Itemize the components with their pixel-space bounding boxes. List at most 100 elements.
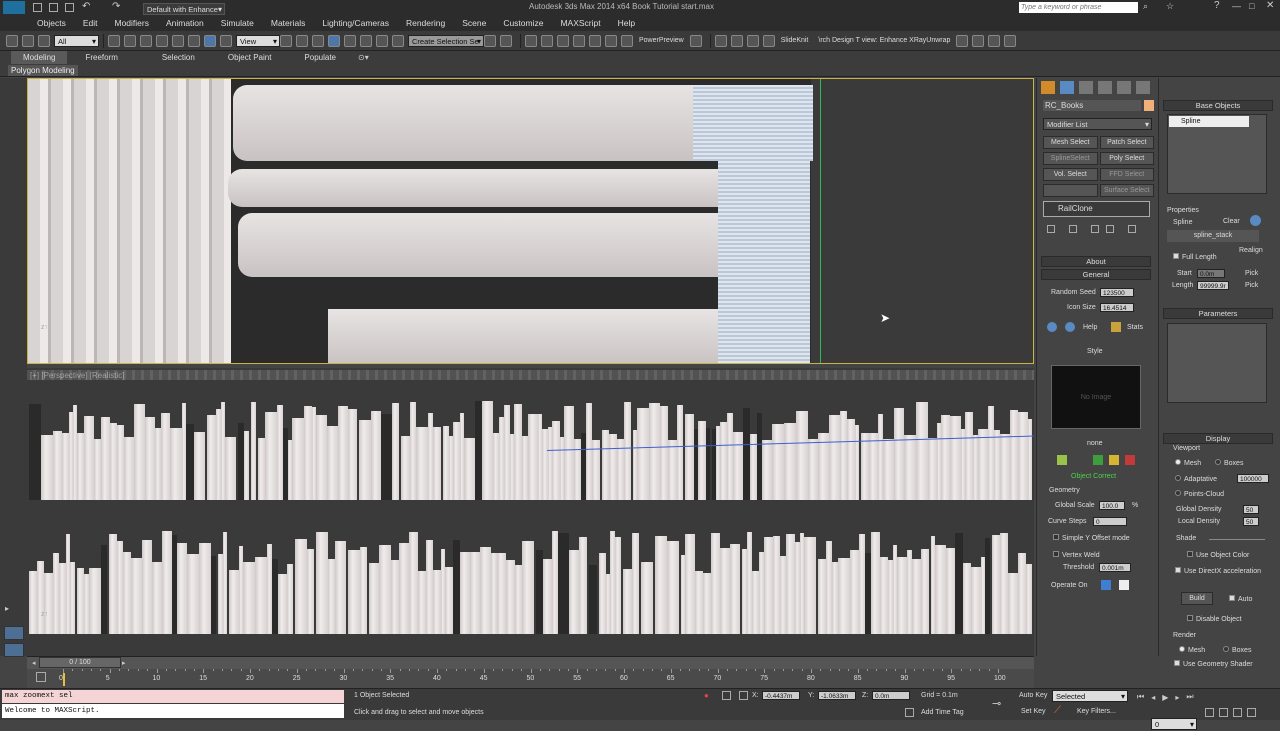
- tab-object-paint[interactable]: Object Paint: [228, 53, 272, 62]
- isolate-icon[interactable]: [722, 691, 731, 700]
- pick-start-button[interactable]: Pick: [1245, 270, 1258, 277]
- key-set-dropdown[interactable]: Selected: [1052, 690, 1128, 703]
- window-crossing-icon[interactable]: [156, 34, 168, 47]
- help-icon[interactable]: ?: [1214, 0, 1220, 11]
- rectangle-selection-icon[interactable]: [140, 34, 152, 47]
- key-mode-icon[interactable]: ⊸: [992, 697, 1001, 710]
- time-slider[interactable]: ◂ 0 / 100 ▸: [27, 656, 1034, 669]
- global-density-spinner[interactable]: 50: [1243, 505, 1259, 514]
- curve-steps-spinner[interactable]: 0: [1093, 517, 1127, 526]
- select-rotate-icon[interactable]: [188, 34, 200, 47]
- redo-icon[interactable]: ↷: [112, 1, 120, 12]
- tab-populate[interactable]: Populate: [304, 53, 336, 62]
- poly-select-button[interactable]: Poly Select: [1099, 152, 1154, 165]
- render-icon[interactable]: [689, 34, 702, 47]
- script-tool-3-icon[interactable]: [746, 34, 759, 47]
- create-tab-icon[interactable]: [1041, 81, 1055, 94]
- tab-freeform[interactable]: Freeform: [85, 53, 117, 62]
- display-tab-icon[interactable]: [1117, 81, 1131, 94]
- next-frame-icon[interactable]: ▸: [1175, 693, 1179, 702]
- binoculars-icon[interactable]: ⌕: [1143, 1, 1148, 12]
- tab-modeling[interactable]: Modeling: [11, 51, 68, 64]
- modifier-list-dropdown[interactable]: Modifier List: [1043, 118, 1152, 131]
- object-name-field[interactable]: RC_Books: [1043, 100, 1141, 111]
- spline-stack-field[interactable]: spline_stack: [1167, 230, 1259, 242]
- menu-rendering[interactable]: Rendering: [406, 18, 445, 28]
- select-scale-icon[interactable]: [204, 34, 216, 47]
- points-cloud-radio[interactable]: Points-Cloud: [1175, 490, 1224, 498]
- menu-lighting-cameras[interactable]: Lighting/Cameras: [322, 18, 389, 28]
- z-coord-field[interactable]: 0.0m: [872, 691, 910, 700]
- build-button[interactable]: Build: [1181, 592, 1213, 605]
- menu-animation[interactable]: Animation: [166, 18, 204, 28]
- set-key-icon[interactable]: ⟋: [1054, 705, 1061, 716]
- power-preview-button[interactable]: PowerPreview: [639, 37, 684, 44]
- hierarchy-tab-icon[interactable]: [1079, 81, 1093, 94]
- graphite-toggle-icon[interactable]: [541, 34, 553, 47]
- zoom-icon[interactable]: [1205, 708, 1214, 717]
- menu-materials[interactable]: Materials: [271, 18, 305, 28]
- search-icon[interactable]: [1047, 322, 1057, 332]
- ribbon-options-icon[interactable]: ⊙▾: [358, 53, 369, 62]
- delete-style-icon[interactable]: [1125, 455, 1135, 465]
- minimize-icon[interactable]: —: [1232, 1, 1241, 11]
- menu-edit[interactable]: Edit: [83, 18, 98, 28]
- selection-filter-dropdown[interactable]: All: [54, 34, 99, 48]
- new-file-icon[interactable]: [33, 3, 42, 12]
- tool-2-icon[interactable]: [972, 34, 985, 47]
- previous-frame-icon[interactable]: ◂: [1151, 693, 1155, 702]
- schematic-view-icon[interactable]: [573, 34, 585, 47]
- adaptative-radio[interactable]: Adaptative: [1175, 475, 1217, 483]
- snaps-toggle-icon[interactable]: [328, 34, 340, 47]
- bind-space-warp-icon[interactable]: [38, 34, 50, 47]
- edit-style-icon[interactable]: [1057, 455, 1067, 465]
- zoom-extents-all-icon[interactable]: [1247, 708, 1256, 717]
- layer-manager-icon[interactable]: [525, 34, 537, 47]
- zoom-all-icon[interactable]: [1219, 708, 1228, 717]
- search-input[interactable]: [1019, 2, 1138, 13]
- key-filters-button[interactable]: Key Filters...: [1077, 708, 1116, 715]
- render-mesh-radio[interactable]: Mesh: [1179, 646, 1205, 654]
- rendered-frame-icon[interactable]: [621, 34, 633, 47]
- surface-select-button[interactable]: Surface Select: [1099, 184, 1154, 197]
- play-icon[interactable]: ▶: [1162, 693, 1168, 702]
- curve-editor-icon[interactable]: [557, 34, 569, 47]
- slide-knit-button[interactable]: SlideKnit: [781, 37, 809, 44]
- time-prev-icon[interactable]: ◂: [32, 659, 36, 667]
- random-seed-spinner[interactable]: 123500: [1100, 288, 1134, 297]
- menu-modifiers[interactable]: Modifiers: [114, 18, 148, 28]
- track-bar[interactable]: 0 5 10 15 20 25 30 35 40 45 50 55 60 65 70 75 80 85 90 95 10…: [27, 669, 1034, 688]
- render-boxes-radio[interactable]: Boxes: [1223, 646, 1251, 654]
- clear-button[interactable]: Clear: [1223, 218, 1240, 225]
- global-scale-spinner[interactable]: 100.0: [1099, 501, 1125, 510]
- disable-object-checkbox[interactable]: Disable Object: [1187, 615, 1242, 623]
- material-editor-icon[interactable]: [589, 34, 601, 47]
- menu-help[interactable]: Help: [618, 18, 635, 28]
- viewport-top-perspective[interactable]: z↑ ➤: [27, 78, 1034, 364]
- base-objects-rollout[interactable]: Base Objects: [1163, 100, 1273, 111]
- general-rollout[interactable]: General: [1041, 269, 1151, 280]
- unlink-icon[interactable]: [22, 34, 34, 47]
- boxes-radio[interactable]: Boxes: [1215, 459, 1243, 467]
- go-to-end-icon[interactable]: ⏭: [1186, 692, 1193, 702]
- star-icon[interactable]: ☆: [1166, 1, 1174, 12]
- undo-icon[interactable]: ↶: [82, 1, 90, 12]
- use-geometry-shader-checkbox[interactable]: Use Geometry Shader: [1174, 660, 1253, 668]
- viewport-bottom-perspective[interactable]: [+] [Perspective] [Realistic] z↑: [27, 368, 1034, 656]
- open-file-icon[interactable]: [49, 3, 58, 12]
- y-coord-field[interactable]: -1.0633m: [818, 691, 856, 700]
- menu-customize[interactable]: Customize: [503, 18, 543, 28]
- simple-y-offset-checkbox[interactable]: Simple Y Offset mode: [1053, 534, 1130, 542]
- absolute-mode-icon[interactable]: [739, 691, 748, 700]
- icon-size-spinner[interactable]: 16.4514: [1100, 303, 1134, 312]
- object-color-swatch[interactable]: [1144, 100, 1154, 111]
- use-directx-checkbox[interactable]: Use DirectX acceleration: [1175, 567, 1261, 575]
- mirror-icon[interactable]: [484, 34, 496, 47]
- save-icon[interactable]: [65, 3, 74, 12]
- shade-slider[interactable]: [1209, 539, 1265, 540]
- time-next-icon[interactable]: ▸: [122, 659, 126, 667]
- layer-icon[interactable]: [4, 626, 24, 640]
- adaptative-spinner[interactable]: 100000: [1237, 474, 1269, 483]
- display-rollout[interactable]: Display: [1163, 433, 1273, 444]
- remove-modifier-icon[interactable]: [1106, 225, 1114, 233]
